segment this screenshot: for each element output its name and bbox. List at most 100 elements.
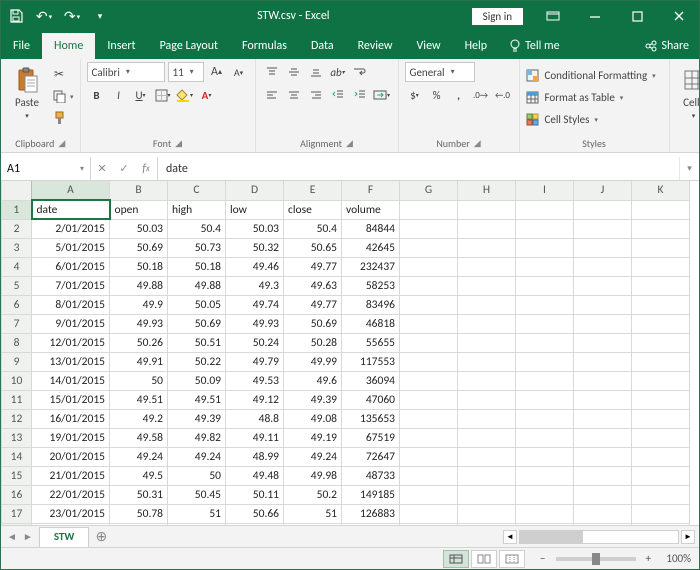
cell[interactable]: 20/01/2015 — [32, 447, 110, 466]
clipboard-dialog-launcher[interactable]: ◢ — [58, 138, 65, 149]
cell[interactable]: 222744 — [342, 523, 400, 525]
cell[interactable]: 49.24 — [284, 447, 342, 466]
cell[interactable] — [516, 352, 574, 371]
cell[interactable]: 50.32 — [226, 238, 284, 257]
cell[interactable]: open — [110, 200, 168, 219]
cell[interactable] — [400, 219, 458, 238]
cell[interactable]: 50.28 — [284, 333, 342, 352]
cell[interactable] — [516, 485, 574, 504]
row-header[interactable]: 5 — [2, 276, 32, 295]
cell[interactable] — [574, 466, 632, 485]
cell[interactable] — [574, 219, 632, 238]
cell[interactable] — [458, 485, 516, 504]
cell[interactable]: 48.99 — [226, 447, 284, 466]
cell[interactable]: 49.12 — [226, 390, 284, 409]
wrap-text-button[interactable] — [350, 62, 370, 82]
cell[interactable] — [632, 238, 690, 257]
cell[interactable]: 51.04 — [110, 523, 168, 525]
column-header[interactable]: D — [226, 181, 284, 200]
paste-button[interactable]: Paste ▾ — [7, 62, 47, 120]
cell[interactable]: 49.51 — [110, 390, 168, 409]
cell[interactable]: 49.9 — [110, 295, 168, 314]
cell[interactable] — [400, 200, 458, 219]
cell[interactable] — [400, 333, 458, 352]
cell[interactable] — [574, 200, 632, 219]
cell[interactable]: 49.3 — [226, 276, 284, 295]
cell[interactable]: 55655 — [342, 333, 400, 352]
cell[interactable] — [632, 276, 690, 295]
cell[interactable] — [400, 314, 458, 333]
cell[interactable]: 49.53 — [226, 371, 284, 390]
cell[interactable]: 48733 — [342, 466, 400, 485]
cell[interactable] — [632, 200, 690, 219]
cell[interactable]: 232437 — [342, 257, 400, 276]
tab-help[interactable]: Help — [453, 33, 500, 59]
cell[interactable]: 47060 — [342, 390, 400, 409]
cell[interactable] — [632, 352, 690, 371]
cell[interactable]: low — [226, 200, 284, 219]
cell[interactable]: 50.69 — [284, 314, 342, 333]
normal-view-button[interactable] — [443, 550, 469, 568]
cell[interactable] — [632, 371, 690, 390]
italic-button[interactable]: I — [109, 85, 129, 105]
undo-icon[interactable]: ↶▾ — [33, 5, 55, 27]
cell[interactable] — [400, 371, 458, 390]
column-header[interactable]: J — [574, 181, 632, 200]
scroll-left-icon[interactable]: ◄ — [503, 530, 517, 544]
number-format-combo[interactable]: General▾ — [405, 62, 475, 82]
cell[interactable] — [400, 390, 458, 409]
name-box[interactable]: A1▾ — [1, 157, 91, 180]
cell[interactable]: high — [168, 200, 226, 219]
increase-font-button[interactable]: A▴ — [207, 62, 227, 82]
row-header[interactable]: 14 — [2, 447, 32, 466]
cell[interactable] — [632, 523, 690, 525]
cell[interactable]: 50.11 — [226, 485, 284, 504]
cell[interactable] — [516, 371, 574, 390]
cell[interactable]: 49.24 — [168, 447, 226, 466]
cell[interactable]: 49.58 — [110, 428, 168, 447]
cell[interactable]: 51 — [284, 504, 342, 523]
cell[interactable]: 49.77 — [284, 257, 342, 276]
cell[interactable]: 27/01/2015 — [32, 523, 110, 525]
insert-function-button[interactable]: fx — [135, 162, 157, 176]
row-header[interactable]: 1 — [2, 200, 32, 219]
row-header[interactable]: 18 — [2, 523, 32, 525]
cell[interactable]: 84844 — [342, 219, 400, 238]
borders-button[interactable]: ▾ — [153, 85, 173, 105]
cell[interactable]: 58253 — [342, 276, 400, 295]
cell[interactable]: 72647 — [342, 447, 400, 466]
cell[interactable] — [516, 504, 574, 523]
cell[interactable]: 6/01/2015 — [32, 257, 110, 276]
row-header[interactable]: 17 — [2, 504, 32, 523]
cell[interactable] — [516, 295, 574, 314]
format-as-table-button[interactable]: Format as Table▾ — [526, 87, 624, 107]
sign-in-button[interactable]: Sign in — [472, 8, 523, 25]
cell[interactable]: 49.5 — [110, 466, 168, 485]
page-break-view-button[interactable] — [499, 550, 525, 568]
align-top-button[interactable] — [262, 62, 282, 82]
cell[interactable]: 49.93 — [110, 314, 168, 333]
cell[interactable]: 50.4 — [284, 219, 342, 238]
cell[interactable]: 5/01/2015 — [32, 238, 110, 257]
cell[interactable]: 23/01/2015 — [32, 504, 110, 523]
cell[interactable]: 49.79 — [226, 352, 284, 371]
row-header[interactable]: 16 — [2, 485, 32, 504]
page-layout-view-button[interactable] — [471, 550, 497, 568]
cell[interactable]: 50.05 — [168, 295, 226, 314]
percent-format-button[interactable]: % — [427, 85, 447, 105]
decrease-decimal-button[interactable]: ←.0 — [493, 85, 513, 105]
cut-button[interactable]: ✂ — [51, 64, 74, 84]
cell[interactable] — [574, 485, 632, 504]
column-header[interactable]: K — [632, 181, 690, 200]
cell[interactable]: 22/01/2015 — [32, 485, 110, 504]
tab-home[interactable]: Home — [42, 33, 95, 59]
cell[interactable]: 49.93 — [226, 314, 284, 333]
decrease-font-button[interactable]: A▾ — [229, 62, 249, 82]
cell[interactable]: 50.99 — [226, 523, 284, 525]
cell[interactable] — [574, 238, 632, 257]
cell[interactable]: 49.51 — [168, 390, 226, 409]
cell[interactable] — [574, 333, 632, 352]
alignment-dialog-launcher[interactable]: ◢ — [346, 138, 353, 149]
cell[interactable]: 49.77 — [284, 295, 342, 314]
cell[interactable] — [458, 409, 516, 428]
